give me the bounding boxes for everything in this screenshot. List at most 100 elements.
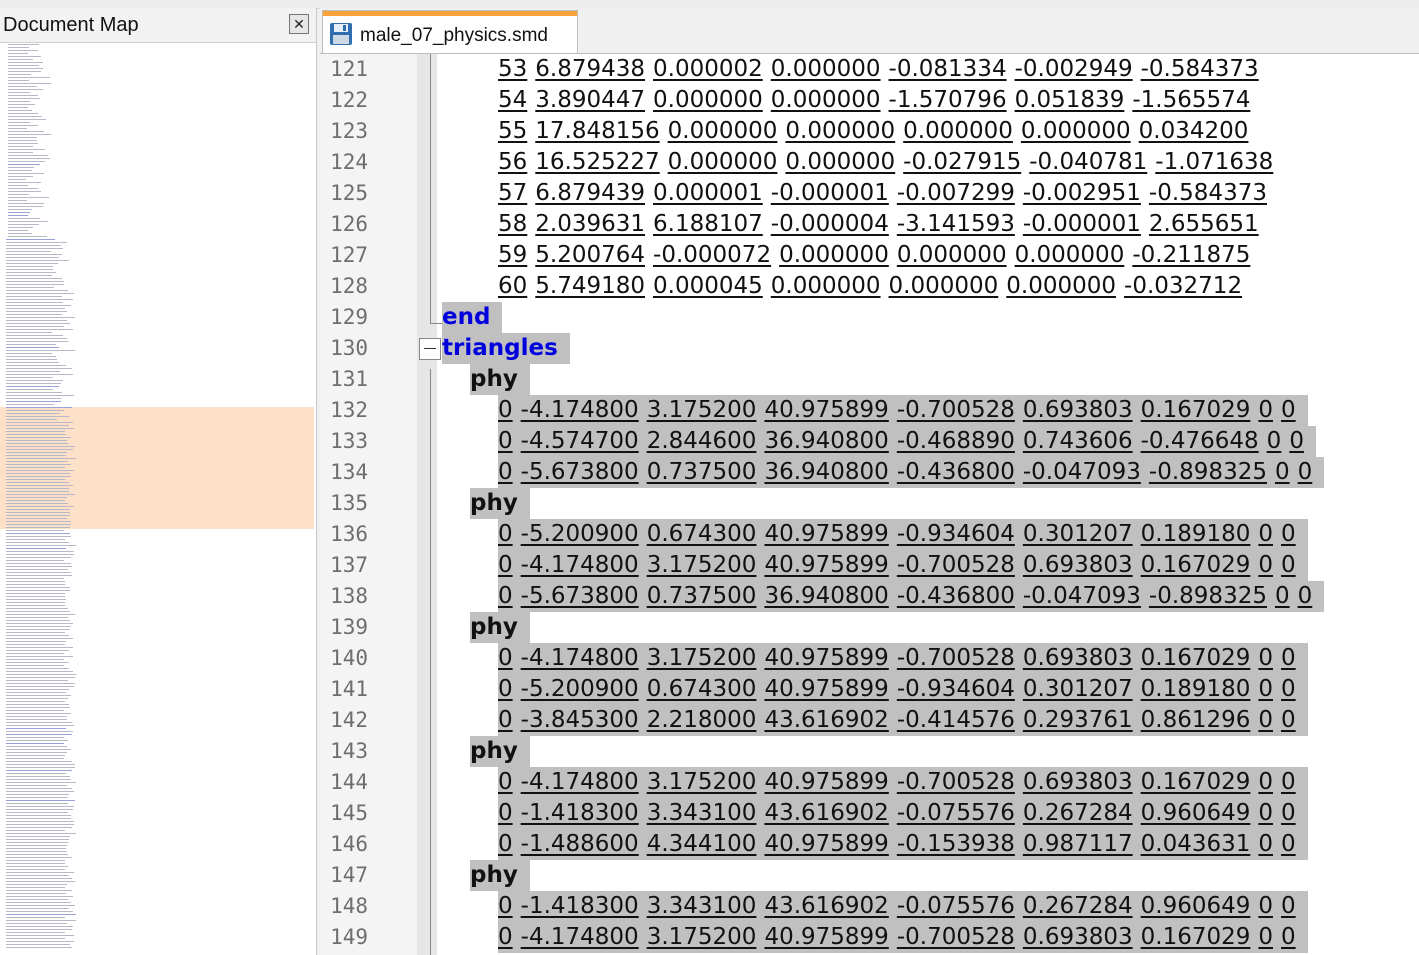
value-token: 0.000000: [896, 242, 1007, 268]
phy-label: phy: [470, 860, 530, 891]
minimap-line: [6, 401, 61, 402]
value-token: 59: [498, 242, 528, 268]
value-token: -0.476648: [1140, 428, 1259, 454]
minimap-line: [6, 476, 71, 477]
code-line[interactable]: 138 0 -5.673800 0.737500 36.940800 -0.436800-…: [320, 581, 1419, 612]
code-line[interactable]: 133 0 -4.574700 2.844600 36.940800 -0.468890 0…: [320, 426, 1419, 457]
minimap-line: [6, 485, 73, 486]
minimap-line: [6, 935, 74, 936]
close-icon[interactable]: ✕: [289, 14, 309, 34]
code-line[interactable]: 147 phy: [320, 860, 1419, 891]
value-token: 0.693803: [1022, 397, 1133, 423]
code-line[interactable]: 129 end: [320, 302, 1419, 333]
tab-filename: male_07_physics.smd: [360, 25, 548, 46]
code-line[interactable]: 126 58 2.039631 6.188107 -0.000004 -3.141593-…: [320, 209, 1419, 240]
value-token: 0.000000: [770, 87, 881, 113]
minimap-line: [6, 731, 73, 732]
value-token: 2.218000: [646, 707, 757, 733]
code-line[interactable]: 128 60 5.749180 0.000045 0.000000 0.000000 0.0…: [320, 271, 1419, 302]
code-line[interactable]: 121 53 6.879438 0.000002 0.000000 -0.081334 -0…: [320, 54, 1419, 85]
value-token: 0: [1258, 552, 1274, 578]
minimap-line: [6, 734, 72, 735]
minimap-line: [6, 392, 62, 393]
minimap-line: [6, 431, 65, 432]
tab-male-07-physics[interactable]: male_07_physics.smd: [322, 10, 578, 53]
minimap-line: [6, 692, 66, 693]
minimap-line: [6, 389, 53, 390]
line-number: 121: [330, 57, 368, 81]
document-map-preview[interactable]: [0, 44, 316, 955]
code-line[interactable]: 142 0 -3.845300 2.218000 43.616902 -0.414576 0…: [320, 705, 1419, 736]
minimap-line: [6, 554, 74, 555]
code-line[interactable]: 132 0 -4.174800 3.175200 40.975899 -0.700528 0…: [320, 395, 1419, 426]
minimap-line: [6, 665, 64, 666]
minimap-line: [6, 755, 65, 756]
value-token: 40.975899: [764, 676, 889, 702]
minimap-line: [6, 776, 70, 777]
code-line[interactable]: 130 triangles: [320, 333, 1419, 364]
minimap-line: [6, 317, 75, 318]
minimap-line: [8, 95, 38, 96]
code-line[interactable]: 145 0 -1.418300 3.343100 43.616902 -0.075576 0…: [320, 798, 1419, 829]
minimap-line: [6, 719, 67, 720]
code-line[interactable]: 125 57 6.879439 0.000001 -0.000001 -0.007299-…: [320, 178, 1419, 209]
code-line[interactable]: 135 phy: [320, 488, 1419, 519]
minimap-line: [8, 161, 45, 162]
code-line[interactable]: 122 54 3.890447 0.000000 0.000000 -1.570796 0.…: [320, 85, 1419, 116]
value-token: 17.848156: [535, 118, 660, 144]
value-token: 0: [498, 645, 513, 671]
minimap-line: [6, 800, 75, 801]
minimap-line: [6, 527, 70, 528]
minimap-line: [6, 557, 71, 558]
minimap-line: [8, 152, 33, 153]
minimap-line: [8, 215, 28, 216]
minimap-line: [6, 614, 75, 615]
code-line[interactable]: 143 phy: [320, 736, 1419, 767]
minimap-line: [6, 341, 68, 342]
minimap-line: [6, 329, 73, 330]
minimap-line: [6, 689, 69, 690]
code-line[interactable]: 136 0 -5.200900 0.674300 40.975899 -0.934604 0…: [320, 519, 1419, 550]
value-token: 16.525227: [535, 149, 660, 175]
code-line[interactable]: 149 0 -4.174800 3.175200 40.975899 -0.700528 0…: [320, 922, 1419, 953]
value-token: -0.700528: [896, 645, 1015, 671]
minimap-line: [6, 728, 66, 729]
code-line[interactable]: 144 0 -4.174800 3.175200 40.975899 -0.700528 0…: [320, 767, 1419, 798]
minimap-line: [6, 656, 73, 657]
minimap-line: [6, 803, 68, 804]
code-line[interactable]: 124 56 16.525227 0.000000 0.000000 -0.027915-…: [320, 147, 1419, 178]
minimap-line: [6, 830, 65, 831]
minimap-line: [8, 107, 28, 108]
value-token: -0.700528: [896, 769, 1015, 795]
minimap-line: [6, 440, 67, 441]
minimap-line: [6, 344, 56, 345]
value-token: 0.000045: [653, 273, 763, 299]
value-token: 0.000000: [770, 273, 881, 299]
code-line[interactable]: 123 55 17.848156 0.000000 0.000000 0.000000 0.…: [320, 116, 1419, 147]
value-token: -0.000001: [1022, 211, 1141, 237]
code-line[interactable]: 141 0 -5.200900 0.674300 40.975899 -0.934604 0…: [320, 674, 1419, 705]
code-line[interactable]: 140 0 -4.174800 3.175200 40.975899 -0.700528 0…: [320, 643, 1419, 674]
code-line[interactable]: 134 0 -5.673800 0.737500 36.940800 -0.436800-…: [320, 457, 1419, 488]
value-token: 40.975899: [764, 397, 889, 423]
bone-row-text: 56 16.525227 0.000000 0.000000 -0.027915 -0.0…: [498, 147, 1273, 178]
code-line[interactable]: 137 0 -4.174800 3.175200 40.975899 -0.700528 0…: [320, 550, 1419, 581]
value-token: 0.960649: [1140, 800, 1251, 826]
code-line[interactable]: 139 phy: [320, 612, 1419, 643]
value-token: 6.879439: [535, 180, 646, 206]
code-view[interactable]: 121 53 6.879438 0.000002 0.000000 -0.081334 -0…: [320, 54, 1419, 955]
minimap-line: [6, 824, 74, 825]
minimap-line: [6, 353, 52, 354]
minimap-line: [6, 545, 76, 546]
code-line[interactable]: 127 59 5.200764 -0.000072 0.000000 0.000000 0.…: [320, 240, 1419, 271]
minimap-line: [6, 323, 70, 324]
code-line[interactable]: 131 phy: [320, 364, 1419, 395]
line-number: 139: [330, 615, 368, 639]
minimap-line: [8, 158, 50, 159]
minimap-line: [8, 203, 44, 204]
value-token: -1.565574: [1132, 87, 1251, 113]
code-line[interactable]: 146 0 -1.488600 4.344100 40.975899 -0.153938 0…: [320, 829, 1419, 860]
code-line[interactable]: 148 0 -1.418300 3.343100 43.616902 -0.075576 0…: [320, 891, 1419, 922]
minimap-line: [6, 374, 73, 375]
minimap-line: [6, 893, 66, 894]
